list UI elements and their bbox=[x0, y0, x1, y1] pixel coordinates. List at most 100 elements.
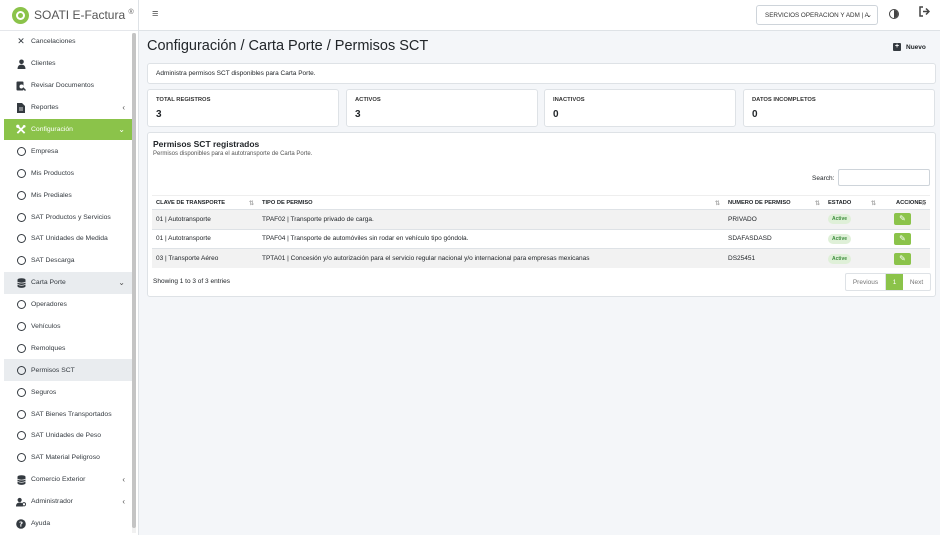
column-header-estado[interactable]: ESTADO ⇅ bbox=[824, 195, 880, 210]
info-text: Administra permisos SCT disponibles para… bbox=[156, 70, 316, 77]
question-icon: ? bbox=[16, 518, 26, 529]
status-badge: Active bbox=[828, 253, 852, 264]
company-select-value: SERVICIOS OPERACION Y ADM | A bbox=[765, 11, 869, 19]
table-row: 01 | Autotransporte TPAF02 | Transporte … bbox=[152, 209, 930, 229]
sidebar-item-sat-unidades-peso[interactable]: SAT Unidades de Peso bbox=[4, 425, 133, 447]
cell-tipo: TPAF02 | Transporte privado de carga. bbox=[258, 209, 724, 229]
sidebar-item-operadores[interactable]: Operadores bbox=[4, 294, 133, 316]
chevron-left-icon: ‹ bbox=[122, 475, 125, 485]
pagination: Previous 1 Next bbox=[845, 273, 931, 291]
brand[interactable]: SOATI E-Factura ® bbox=[0, 0, 138, 31]
circle-icon bbox=[16, 409, 26, 419]
sidebar-nav: ✕ Cancelaciones Clientes Revisar Documen… bbox=[4, 31, 133, 534]
edit-icon[interactable]: ✎ bbox=[894, 213, 911, 226]
sidebar-item-empresa[interactable]: Empresa bbox=[4, 140, 133, 162]
topbar: ≡ SERVICIOS OPERACION Y ADM | A ⌄ bbox=[139, 0, 940, 31]
table-info: Showing 1 to 3 of 3 entries bbox=[153, 278, 230, 285]
company-select[interactable]: SERVICIOS OPERACION Y ADM | A ⌄ bbox=[756, 5, 878, 25]
sidebar-item-label: Comercio Exterior bbox=[31, 476, 86, 484]
theme-toggle-icon[interactable] bbox=[889, 9, 899, 19]
table-row: 03 | Transporte Aéreo TPTA01 | Concesión… bbox=[152, 248, 930, 268]
file-icon bbox=[16, 102, 26, 113]
table-subtitle: Permisos disponibles para el autotranspo… bbox=[153, 151, 313, 157]
column-header-clave[interactable]: CLAVE DE TRANSPORTE ⇅ bbox=[152, 195, 258, 210]
sidebar-item-clientes[interactable]: Clientes bbox=[4, 53, 133, 75]
table-title: Permisos SCT registrados bbox=[153, 139, 260, 149]
sidebar-item-label: Ayuda bbox=[31, 520, 51, 528]
column-header-numero[interactable]: NUMERO DE PERMISO ⇅ bbox=[724, 195, 824, 210]
sidebar-item-administrador[interactable]: Administrador ‹ bbox=[4, 491, 133, 513]
sidebar: SOATI E-Factura ® ✕ Cancelaciones Client… bbox=[0, 0, 139, 535]
stat-value: 3 bbox=[156, 109, 162, 120]
stat-value: 0 bbox=[752, 109, 758, 120]
edit-icon[interactable]: ✎ bbox=[894, 232, 911, 245]
edit-icon[interactable]: ✎ bbox=[894, 252, 911, 265]
sidebar-item-label: Permisos SCT bbox=[31, 366, 75, 374]
sidebar-item-configuracion[interactable]: Configuración ⌄ bbox=[4, 118, 133, 141]
sidebar-item-sat-material-peligroso[interactable]: SAT Material Peligroso bbox=[4, 447, 133, 469]
stat-label: TOTAL REGISTROS bbox=[156, 97, 211, 103]
sidebar-item-sat-descarga[interactable]: SAT Descarga bbox=[4, 250, 133, 272]
sidebar-item-comercio-exterior[interactable]: Comercio Exterior ‹ bbox=[4, 469, 133, 491]
database-icon bbox=[16, 277, 26, 288]
sidebar-item-seguros[interactable]: Seguros bbox=[4, 381, 133, 403]
sort-icon: ⇅ bbox=[870, 200, 876, 207]
sidebar-item-remolques[interactable]: Remolques bbox=[4, 337, 133, 359]
sidebar-item-label: Empresa bbox=[31, 147, 59, 155]
cell-clave: 03 | Transporte Aéreo bbox=[152, 248, 258, 268]
cell-estado: Active bbox=[824, 228, 880, 249]
sidebar-scrollbar-thumb[interactable] bbox=[132, 33, 136, 528]
sidebar-item-label: SAT Unidades de Medida bbox=[31, 235, 108, 243]
column-header-tipo[interactable]: TIPO DE PERMISO ⇅ bbox=[258, 195, 724, 210]
sidebar-item-label: Configuración bbox=[31, 126, 73, 133]
sidebar-item-sat-bienes-transportados[interactable]: SAT Bienes Transportados bbox=[4, 403, 133, 425]
permisos-table: CLAVE DE TRANSPORTE ⇅ TIPO DE PERMISO ⇅ NU… bbox=[152, 195, 930, 268]
sidebar-item-label: Revisar Documentos bbox=[31, 82, 95, 90]
circle-icon bbox=[16, 365, 26, 375]
sidebar-item-label: Reportes bbox=[31, 104, 59, 112]
sidebar-item-vehiculos[interactable]: Vehículos bbox=[4, 316, 133, 338]
column-header-acciones[interactable]: ACCIONES ⇅ bbox=[880, 195, 930, 210]
search-label: Search: bbox=[812, 175, 835, 182]
sidebar-item-cancelaciones[interactable]: ✕ Cancelaciones bbox=[4, 31, 133, 53]
new-button-label: Nuevo bbox=[906, 43, 926, 51]
circle-icon bbox=[16, 234, 26, 244]
stat-label: INACTIVOS bbox=[553, 97, 585, 103]
sidebar-item-label: Remolques bbox=[31, 344, 66, 352]
search-input[interactable] bbox=[838, 169, 930, 186]
circle-icon bbox=[16, 322, 26, 332]
sidebar-item-sat-productos-servicios[interactable]: SAT Productos y Servicios bbox=[4, 206, 133, 228]
cell-tipo: TPTA01 | Concesión y/o autorización para… bbox=[258, 248, 724, 268]
permisos-table-card: Permisos SCT registrados Permisos dispon… bbox=[147, 132, 936, 297]
cell-numero: PRIVADO bbox=[724, 209, 824, 229]
circle-icon bbox=[16, 146, 26, 156]
cell-estado: Active bbox=[824, 248, 880, 268]
sidebar-item-mis-productos[interactable]: Mis Productos bbox=[4, 162, 133, 184]
circle-icon bbox=[16, 387, 26, 397]
pagination-previous[interactable]: Previous bbox=[846, 274, 886, 290]
search-doc-icon bbox=[16, 81, 26, 91]
plus-icon: + bbox=[893, 43, 901, 51]
status-badge: Active bbox=[828, 214, 852, 225]
circle-icon bbox=[16, 453, 26, 463]
svg-text:?: ? bbox=[19, 520, 23, 528]
cell-acciones: ✎ bbox=[880, 248, 930, 268]
cell-estado: Active bbox=[824, 209, 880, 229]
pagination-next[interactable]: Next bbox=[903, 274, 930, 290]
cell-acciones: ✎ bbox=[880, 228, 930, 249]
sidebar-item-ayuda[interactable]: ? Ayuda bbox=[4, 513, 133, 535]
sidebar-item-reportes[interactable]: Reportes ‹ bbox=[4, 97, 133, 119]
new-button[interactable]: + Nuevo bbox=[893, 43, 926, 51]
circle-icon bbox=[16, 190, 26, 200]
logout-icon[interactable] bbox=[919, 6, 931, 20]
pagination-page-1[interactable]: 1 bbox=[886, 274, 903, 290]
sidebar-item-mis-prediales[interactable]: Mis Prediales bbox=[4, 184, 133, 206]
sidebar-item-label: SAT Bienes Transportados bbox=[31, 410, 112, 418]
sidebar-item-label: Vehículos bbox=[31, 323, 61, 331]
circle-icon bbox=[16, 431, 26, 441]
sidebar-item-revisar-documentos[interactable]: Revisar Documentos bbox=[4, 75, 133, 97]
sidebar-item-permisos-sct[interactable]: Permisos SCT bbox=[4, 359, 133, 382]
menu-toggle-icon[interactable]: ≡ bbox=[152, 8, 158, 20]
sidebar-item-carta-porte[interactable]: Carta Porte ⌄ bbox=[4, 271, 133, 294]
sidebar-item-sat-unidades-medida[interactable]: SAT Unidades de Medida bbox=[4, 228, 133, 250]
